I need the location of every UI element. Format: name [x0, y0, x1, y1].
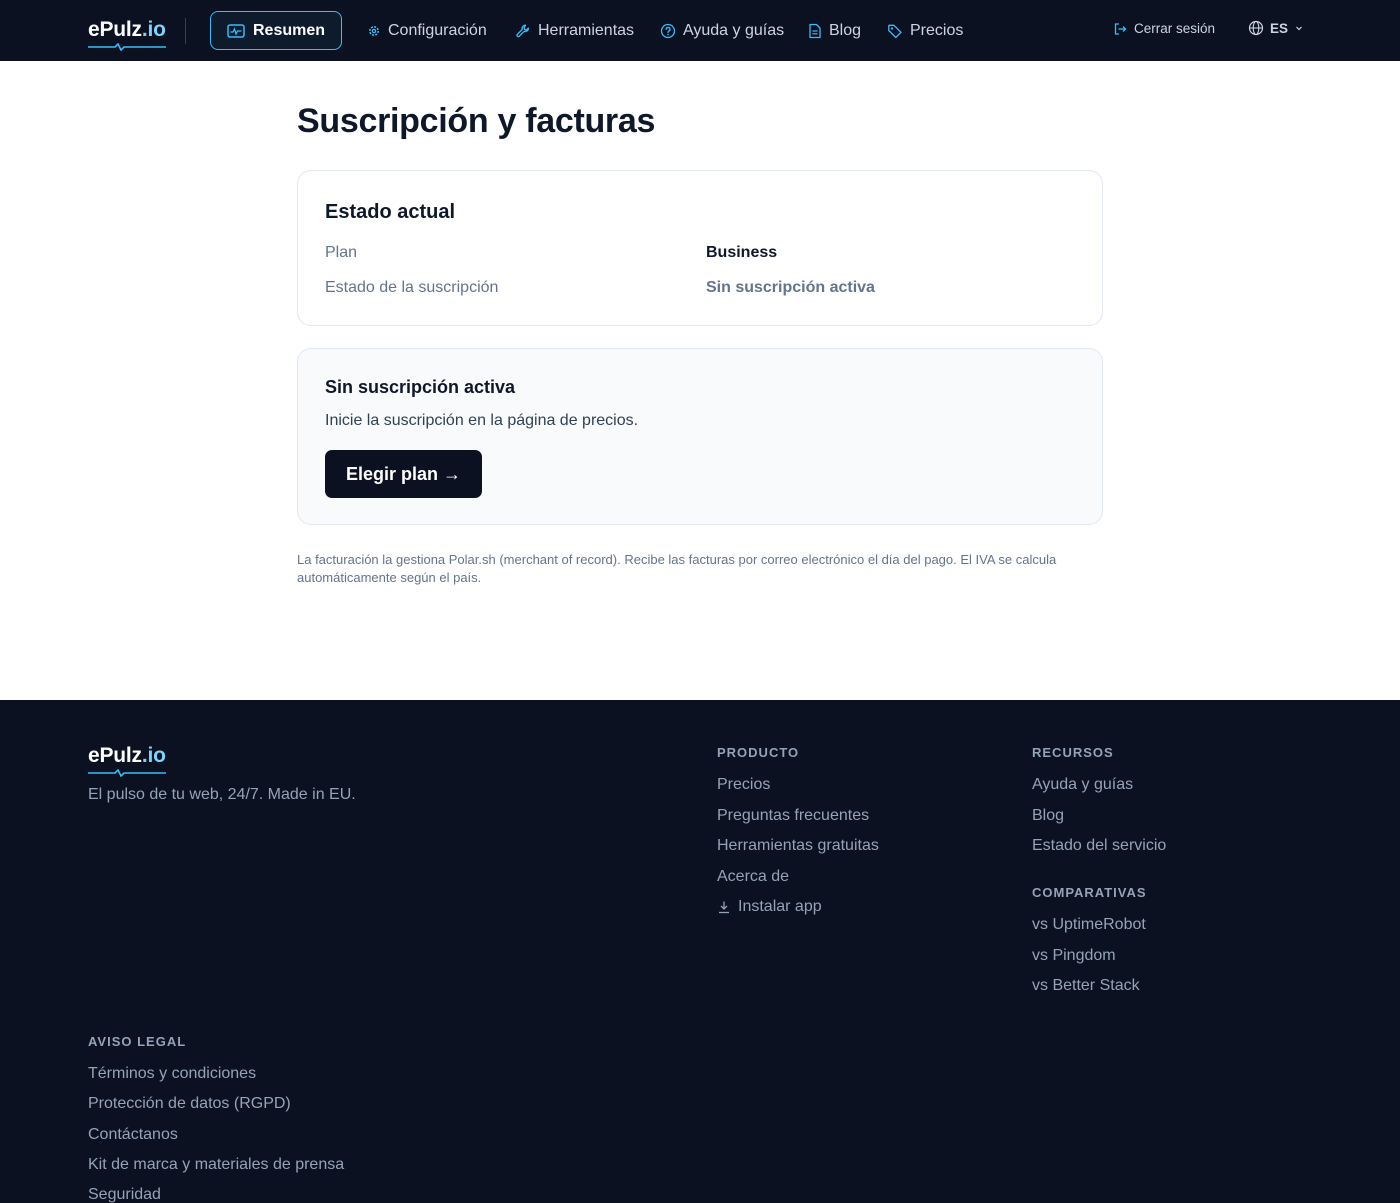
nav-item-label: Ayuda y guías: [683, 22, 785, 39]
logout-label: Cerrar sesión: [1134, 21, 1216, 36]
dashboard-icon: [227, 23, 245, 38]
brand-logo[interactable]: ePulz.io: [88, 18, 166, 51]
footer-link-status[interactable]: Estado del servicio: [1032, 837, 1166, 855]
footer-link-faq[interactable]: Preguntas frecuentes: [717, 807, 869, 825]
plan-label: Plan: [325, 244, 358, 261]
brand-name: ePulz: [88, 744, 142, 767]
footer-link-vs-pingdom[interactable]: vs Pingdom: [1032, 947, 1116, 965]
footer-link-vs-better-stack[interactable]: vs Better Stack: [1032, 977, 1140, 995]
footer-link-help[interactable]: Ayuda y guías: [1032, 776, 1133, 794]
footer-link-contact[interactable]: Contáctanos: [88, 1126, 178, 1144]
brand-name: ePulz: [88, 18, 142, 41]
pulse-line-icon: [88, 769, 166, 777]
status-card-title: Estado actual: [325, 201, 456, 223]
page-title: Suscripción y facturas: [297, 102, 656, 140]
globe-icon: [1248, 20, 1264, 36]
pulse-line-icon: [88, 43, 166, 51]
choose-plan-button[interactable]: Elegir plan →: [325, 450, 482, 498]
footer-link-brand-kit[interactable]: Kit de marca y materiales de prensa: [88, 1156, 344, 1174]
footer-recursos-title: RECURSOS: [1032, 745, 1114, 760]
footer-link-security[interactable]: Seguridad: [88, 1186, 161, 1203]
install-app-label: Instalar app: [738, 898, 822, 915]
wrench-icon: [516, 24, 530, 38]
nav-item-label: Precios: [910, 22, 964, 39]
footer-link-free-tools[interactable]: Herramientas gratuitas: [717, 837, 879, 855]
footer-brand-logo-text: ePulz.io: [88, 744, 166, 768]
footer-legal-title: AVISO LEGAL: [88, 1034, 187, 1049]
site-footer: ePulz.io El pulso de tu web, 24/7. Made …: [0, 700, 1400, 1203]
nav-item-label: Blog: [829, 22, 862, 39]
logout-icon: [1114, 22, 1127, 35]
nav-item-precios[interactable]: Precios: [887, 19, 963, 43]
chevron-down-icon: [1296, 26, 1302, 31]
help-circle-icon: [660, 23, 676, 39]
no-subscription-card: Sin suscripción activa Inicie la suscrip…: [297, 348, 1103, 525]
top-navigation-bar: ePulz.io Resumen Configuración Herramien…: [0, 0, 1400, 61]
footer-tagline: El pulso de tu web, 24/7. Made in EU.: [88, 786, 356, 803]
subscription-status-label: Estado de la suscripción: [325, 279, 499, 296]
current-status-card: Estado actual Plan Business Estado de la…: [297, 170, 1103, 326]
no-subscription-text: Inicie la suscripción en la página de pr…: [325, 412, 639, 429]
brand-tld: .io: [141, 744, 166, 767]
no-subscription-title: Sin suscripción activa: [325, 377, 516, 397]
plan-value: Business: [706, 244, 778, 261]
language-selector[interactable]: ES: [1248, 20, 1304, 36]
footer-link-about[interactable]: Acerca de: [717, 868, 789, 886]
tag-icon: [888, 24, 902, 39]
footer-comparativas-title: COMPARATIVAS: [1032, 885, 1147, 900]
footer-link-vs-uptimerobot[interactable]: vs UptimeRobot: [1032, 916, 1146, 934]
logout-button[interactable]: Cerrar sesión: [1113, 21, 1215, 36]
nav-divider: [185, 18, 186, 44]
gear-icon: [369, 26, 379, 36]
footer-link-blog[interactable]: Blog: [1032, 807, 1064, 825]
brand-tld: .io: [141, 18, 166, 41]
nav-item-label: Configuración: [388, 22, 487, 39]
nav-tab-resumen[interactable]: Resumen: [210, 11, 342, 50]
footer-link-terms[interactable]: Términos y condiciones: [88, 1065, 256, 1083]
nav-item-label: Herramientas: [538, 22, 635, 39]
subscription-status-value: Sin suscripción activa: [706, 279, 875, 296]
billing-note: La facturación la gestiona Polar.sh (mer…: [297, 552, 1057, 585]
footer-link-privacy[interactable]: Protección de datos (RGPD): [88, 1095, 291, 1113]
nav-item-configuracion[interactable]: Configuración: [367, 19, 487, 43]
footer-link-precios[interactable]: Precios: [717, 776, 770, 794]
nav-item-blog[interactable]: Blog: [808, 19, 861, 43]
language-code: ES: [1270, 20, 1289, 36]
nav-tab-resumen-label: Resumen: [252, 21, 326, 39]
download-icon: [719, 901, 729, 914]
nav-item-herramientas[interactable]: Herramientas: [515, 19, 634, 43]
brand-logo-text: ePulz.io: [88, 18, 166, 42]
footer-producto-title: PRODUCTO: [717, 745, 800, 760]
nav-item-ayuda[interactable]: Ayuda y guías: [660, 19, 784, 43]
footer-link-install-app[interactable]: Instalar app: [717, 898, 822, 916]
document-icon: [809, 23, 821, 39]
footer-brand-logo[interactable]: ePulz.io: [88, 744, 166, 777]
